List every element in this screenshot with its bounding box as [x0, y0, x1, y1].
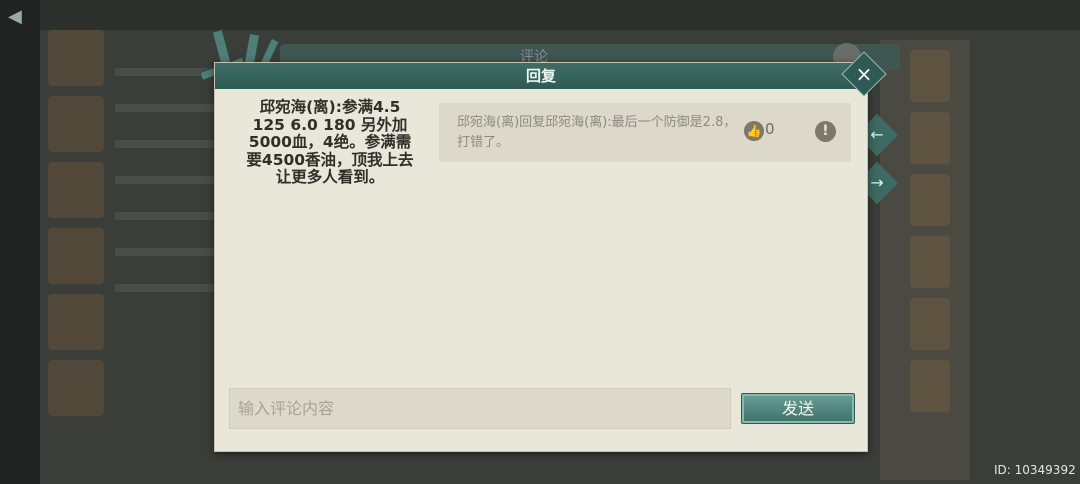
thumbs-up-icon[interactable]: 👍 [744, 121, 764, 141]
background-right-panel [880, 40, 970, 480]
original-comment-text: 邱宛海(离):参满4.5 125 6.0 180 另外加5000血，4绝。参满需… [246, 98, 414, 186]
like-count: 0 [765, 120, 775, 138]
user-id-label: ID: 10349392 [994, 463, 1076, 477]
back-arrow-icon[interactable]: ◀ [8, 6, 34, 27]
background-top-bar [0, 0, 1080, 30]
background-sidebar [0, 0, 40, 484]
comment-input[interactable] [229, 388, 731, 429]
exclamation-icon[interactable]: ! [815, 121, 836, 142]
reply-text: 邱宛海(离)回复邱宛海(离):最后一个防御是2.8，打错了。 [457, 115, 737, 150]
dialog-header: 回复 [215, 63, 867, 89]
reply-dialog: 回复 邱宛海(离):参满4.5 125 6.0 180 另外加5000血，4绝。… [214, 62, 868, 452]
dialog-title: 回复 [525, 67, 556, 85]
background-thumbnail-list [48, 30, 108, 426]
reply-list-item: 邱宛海(离)回复邱宛海(离):最后一个防御是2.8，打错了。 👍 0 ! [439, 103, 851, 162]
send-button[interactable]: 发送 [741, 393, 855, 424]
